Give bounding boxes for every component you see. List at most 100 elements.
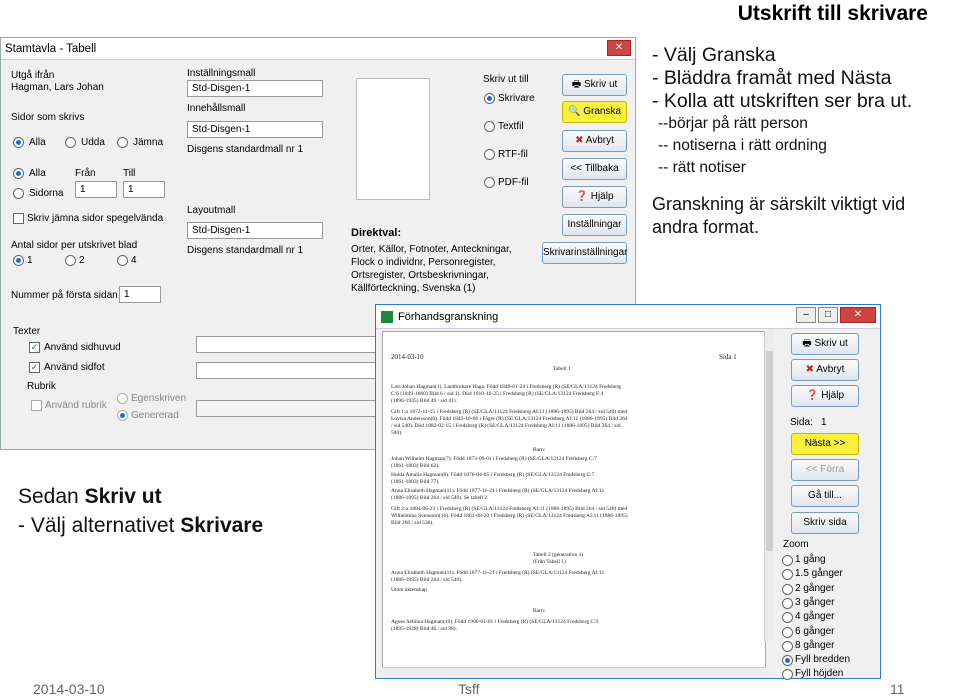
anvand-rubrik-checkbox[interactable] — [31, 400, 42, 411]
page-text-line: (1861-1883) Bild 77). — [391, 479, 440, 485]
page-text-line: Wilhelmina Svensson(16). Född 1861-08-20… — [391, 513, 628, 519]
zoom-radio[interactable] — [782, 655, 793, 667]
radio-pdf[interactable] — [484, 177, 495, 188]
close-button[interactable]: ✕ — [840, 307, 876, 323]
radio-alla[interactable] — [13, 137, 24, 148]
zoom-option-label: 1.5 gånger — [795, 568, 843, 580]
zoom-option-label: 1 gång — [795, 554, 826, 565]
radio-udda[interactable] — [65, 137, 76, 148]
rubrik-label: Rubrik — [27, 381, 56, 392]
vertical-scrollbar[interactable] — [764, 331, 774, 641]
granska-button-label: Granska — [583, 106, 622, 117]
innehallsmall-select[interactable]: Std-Disgen-1 — [187, 121, 323, 138]
page-text-line: Utom äktenskap — [391, 587, 427, 593]
minimize-button[interactable]: – — [796, 307, 816, 323]
fran-input[interactable]: 1 — [75, 181, 117, 198]
zoom-radio[interactable] — [782, 555, 793, 566]
radio-egenskriven-label: Egenskriven — [131, 393, 187, 404]
hjalp-button[interactable]: ❓ Hjälp — [791, 385, 859, 407]
radio-skrivare[interactable] — [484, 93, 495, 104]
installningar-button[interactable]: Inställningar — [562, 214, 627, 236]
sida-label: Sida: — [790, 417, 813, 428]
radio-egenskriven[interactable] — [117, 393, 128, 404]
anvand-rubrik-label: Använd rubrik — [45, 400, 107, 411]
maximize-button[interactable]: □ — [818, 307, 838, 323]
print-icon: 🖶 — [802, 338, 815, 349]
utga-label: Utgå ifrån — [11, 70, 55, 81]
zoom-radio[interactable] — [782, 612, 793, 624]
nummer-input[interactable]: 1 — [119, 286, 161, 303]
horizontal-scrollbar[interactable] — [382, 667, 766, 675]
page-text-line: Agnes Sebiina Hagman(10). Född 1900-01-0… — [391, 619, 599, 625]
page-text-line: Barn: — [533, 608, 546, 614]
page-text-line: (Från Tabell 1) — [533, 559, 566, 565]
direktval-label: Direktval: — [351, 227, 402, 239]
radio-antal-4[interactable] — [117, 255, 128, 266]
radio-antal-1[interactable] — [13, 255, 24, 266]
skrivarinstallningar-button[interactable]: Skrivarinställningar — [542, 242, 627, 264]
spegelvanda-label: Skriv jämna sidor spegelvända — [27, 213, 164, 224]
page-date: 2014-03-10 — [391, 353, 424, 361]
page-text-line: C:6 (1849-1860) Bild 6 / sid 1). Död 191… — [391, 391, 604, 397]
tillbaka-button[interactable]: << Tillbaka — [562, 158, 627, 180]
instruction-text: Sedan Skriv ut - Välj alternativet Skriv… — [18, 482, 263, 540]
sidhuvud-input[interactable] — [196, 336, 376, 353]
help-icon: ❓ — [575, 191, 591, 202]
sidhuvud-checkbox[interactable]: ✓ — [29, 342, 40, 353]
radio-alla-sidor[interactable] — [13, 168, 24, 179]
avbryt-button[interactable]: ✖ Avbryt — [791, 359, 859, 381]
utga-value: Hagman, Lars Johan — [11, 82, 104, 93]
note-line: - Kolla att utskriften ser bra ut. — [652, 90, 913, 112]
radio-genererad[interactable] — [117, 410, 128, 421]
avbryt-button[interactable]: ✖ Avbryt — [562, 130, 627, 152]
window-title: Stamtavla - Tabell — [5, 42, 97, 55]
radio-jamna[interactable] — [117, 137, 128, 148]
ga-till-button[interactable]: Gå till... — [791, 485, 859, 507]
skriv-ut-button[interactable]: 🖶 Skriv ut — [791, 333, 859, 355]
zoom-radio[interactable] — [782, 583, 793, 595]
zoom-radio[interactable] — [782, 569, 793, 581]
text-sedan: Sedan — [18, 485, 85, 508]
preview-icon: 🔍 — [567, 106, 584, 117]
layoutmall-select[interactable]: Std-Disgen-1 — [187, 222, 323, 239]
zoom-radio[interactable] — [782, 626, 793, 638]
sidfot-checkbox[interactable]: ✓ — [29, 362, 40, 373]
radio-textfil-label: Textfil — [498, 121, 524, 132]
skriv-sida-button[interactable]: Skriv sida — [791, 512, 859, 534]
zoom-radio[interactable] — [782, 597, 793, 609]
slide-title: Utskrift till skrivare — [737, 2, 928, 25]
sidfot-input[interactable] — [196, 362, 376, 379]
close-button[interactable]: ✕ — [607, 40, 631, 56]
till-input[interactable]: 1 — [123, 181, 165, 198]
zoom-radio[interactable] — [782, 640, 793, 652]
page-text-line: (1886-1895) Bild 264 / sid 540). Se tabe… — [391, 495, 489, 501]
note-line: - Bläddra framåt med Nästa — [652, 67, 892, 89]
nasta-button[interactable]: Nästa >> — [791, 433, 859, 455]
rubrik-input[interactable] — [196, 400, 376, 417]
zoom-radio[interactable] — [782, 669, 793, 681]
radio-sidorna[interactable] — [13, 188, 24, 199]
installningar-button-label: Inställningar — [567, 219, 622, 230]
radio-rtf[interactable] — [484, 149, 495, 160]
hjalp-button[interactable]: ❓ Hjälp — [562, 186, 627, 208]
layout-desc: Disgens standardmall nr 1 — [187, 245, 304, 256]
titlebar: Stamtavla - Tabell — [1, 38, 635, 60]
skriv-ut-till-label: Skriv ut till — [483, 74, 529, 85]
radio-antal-2[interactable] — [65, 255, 76, 266]
text-skriv-ut: Skriv ut — [84, 485, 162, 508]
texter-label: Texter — [13, 326, 41, 337]
radio-textfil[interactable] — [484, 121, 495, 132]
page-text-line: Gift 1:o 1872-11-15 i Fredsberg (R) (SE/… — [391, 409, 628, 415]
forra-button[interactable]: << Förra — [791, 459, 859, 481]
note-paragraph: Granskning är särskilt viktigt vid andra… — [652, 194, 906, 237]
granska-button[interactable]: 🔍 Granska — [562, 101, 627, 123]
fran-label: Från — [75, 168, 96, 179]
skriv-ut-button[interactable]: 🖶 Skriv ut — [562, 74, 627, 96]
page-text-line: (1861-1883) Bild 62). — [391, 463, 440, 469]
spegelvanda-checkbox[interactable] — [13, 213, 24, 224]
installningsmall-select[interactable]: Std-Disgen-1 — [187, 80, 323, 97]
text-skrivare: Skrivare — [180, 514, 264, 537]
scrollbar-thumb[interactable] — [766, 351, 773, 551]
ga-till-button-label: Gå till... — [808, 490, 842, 501]
page-text-line: (1896-1935) Bild 49 / sid 41). — [391, 398, 457, 404]
